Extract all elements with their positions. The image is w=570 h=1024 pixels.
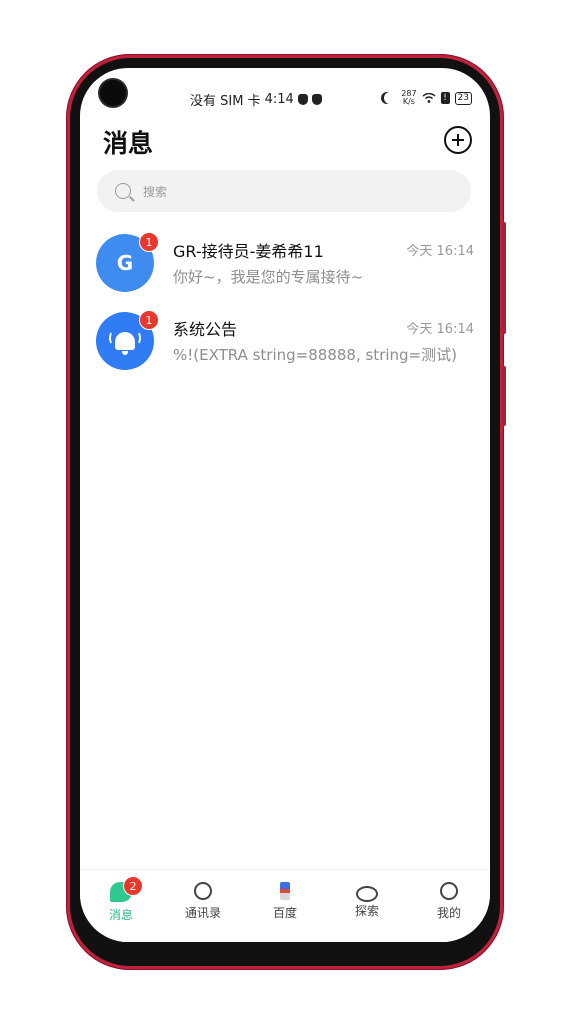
nav-label: 消息 <box>108 908 133 922</box>
network-speed-unit: K/s <box>402 97 415 106</box>
nav-item-explore[interactable]: 探索 <box>337 870 397 919</box>
nav-label: 探索 <box>354 904 379 918</box>
bell-wave-right <box>133 331 141 345</box>
unread-badge: 1 <box>139 310 159 330</box>
search-icon <box>115 183 131 199</box>
power-button <box>502 366 506 426</box>
bell-icon <box>115 332 135 355</box>
notification-bell-icon <box>297 94 308 105</box>
clock-text: 4:14 <box>264 92 294 107</box>
nav-item-messages[interactable]: 2 消息 <box>91 870 151 923</box>
conversation-preview: 你好~，我是您的专属接待~ <box>173 268 364 286</box>
moon-icon <box>384 92 396 104</box>
conversation-time: 今天 16:14 <box>406 322 474 337</box>
profile-icon <box>440 882 458 900</box>
status-bar-center: 没有 SIM 卡 4:14 <box>190 90 322 109</box>
conversation-name: 系统公告 <box>173 320 238 339</box>
conversation-item[interactable]: G 1 GR-接待员-姜希希11 今天 16:14 你好~，我是您的专属接待~ <box>96 232 474 304</box>
baidu-icon <box>280 882 290 900</box>
search-bar[interactable]: 搜索 <box>97 170 471 212</box>
contacts-icon <box>194 882 212 900</box>
page-title: 消息 <box>103 129 154 158</box>
planet-icon <box>356 886 378 902</box>
bottom-nav: 2 消息 通讯录 百度 探索 我的 <box>80 869 490 942</box>
wifi-icon <box>422 93 436 103</box>
battery-level: 23 <box>454 91 472 105</box>
search-placeholder: 搜索 <box>143 184 168 199</box>
conversation-time: 今天 16:14 <box>406 244 474 259</box>
front-camera <box>100 80 126 106</box>
network-speed: 287 K/s <box>401 90 416 106</box>
nav-badge: 2 <box>123 876 143 896</box>
nav-label: 我的 <box>436 906 461 920</box>
nav-item-baidu[interactable]: 百度 <box>255 870 315 921</box>
conversation-preview: %!(EXTRA string=88888, string=测试) <box>173 346 457 364</box>
nav-label: 百度 <box>272 906 297 920</box>
plus-circle-icon[interactable] <box>444 126 472 154</box>
nav-item-contacts[interactable]: 通讯录 <box>173 870 233 921</box>
status-bar-right: 287 K/s ! 23 <box>381 90 472 106</box>
unread-badge: 1 <box>139 232 159 252</box>
conversation-item[interactable]: 1 系统公告 今天 16:14 %!(EXTRA string=88888, s… <box>96 310 474 382</box>
volume-button <box>502 222 506 334</box>
nav-label: 通讯录 <box>184 906 221 920</box>
carrier-text: 没有 SIM 卡 <box>190 94 261 109</box>
avatar-letter: G <box>116 251 134 275</box>
nav-item-me[interactable]: 我的 <box>419 870 479 921</box>
alert-icon: ! <box>440 92 450 104</box>
conversation-name: GR-接待员-姜希希11 <box>173 242 324 261</box>
screen: 没有 SIM 卡 4:14 287 K/s ! 23 消息 搜索 G 1 GR-… <box>80 68 490 942</box>
shield-icon <box>311 94 322 105</box>
